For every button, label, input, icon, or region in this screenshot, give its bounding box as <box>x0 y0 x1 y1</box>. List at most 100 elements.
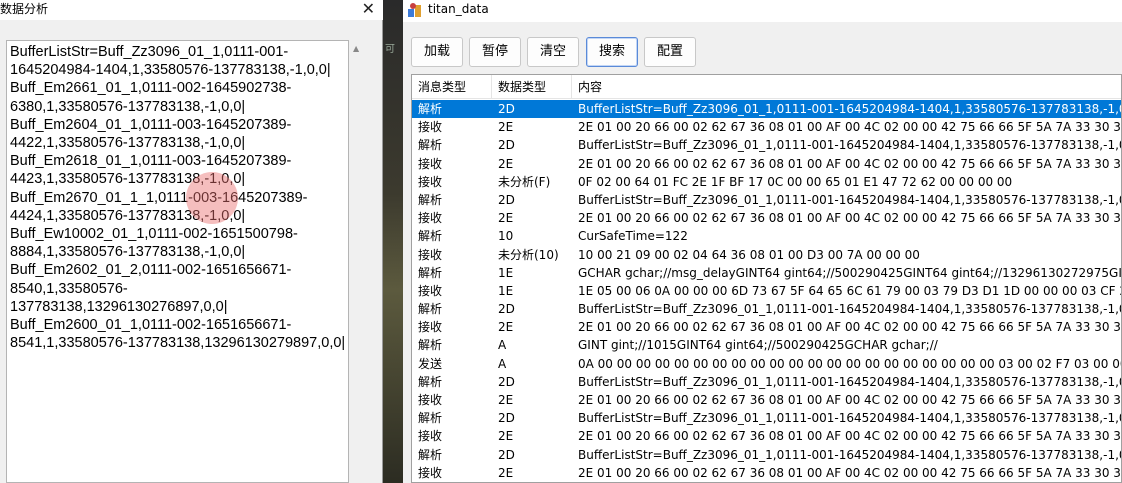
analysis-scrollbar[interactable]: ▲ <box>349 40 365 483</box>
table-row[interactable]: 解析 2D BufferListStr=Buff_Zz3096_01_1,0111-… <box>412 136 1122 154</box>
content-cell: 10 00 21 09 00 02 04 64 36 08 01 00 D3 0… <box>578 247 920 262</box>
message-type-cell: 接收 <box>418 174 443 189</box>
analysis-text-line: 4424,1,33580576-137783138,-1,0,0| <box>10 207 246 224</box>
content-cell: 2E 01 00 20 66 00 02 62 67 36 08 01 00 A… <box>578 120 1122 135</box>
data-analysis-title: 数据分析 <box>0 2 49 16</box>
table-row[interactable]: 接收 未分析(F) 0F 02 00 64 01 FC 2E 1F BF 17 0C… <box>412 173 1121 191</box>
content-cell: BufferListStr=Buff_Zz3096_01_1,0111-001-… <box>578 374 1122 389</box>
analysis-text-line: 8540,1,33580576- <box>10 280 128 297</box>
table-row[interactable]: 接收 2E 2E 01 00 20 66 00 02 62 67 36 08 01 … <box>412 464 1122 482</box>
content-cell: BufferListStr=Buff_Zz3096_01_1,0111-001-… <box>578 302 1122 317</box>
data-type-cell: 2D <box>498 374 515 389</box>
message-type-cell: 解析 <box>418 338 443 353</box>
data-type-cell: 2E <box>498 156 514 171</box>
table-row[interactable]: 发送 A 0A 00 00 00 00 00 00 00 00 00 00 00 0… <box>412 355 1122 373</box>
table-row[interactable]: 解析 A GINT gint;//1015GINT64 gint64;//50029… <box>412 336 1121 354</box>
analysis-text-line: Buff_Em2618_01_1,0111-003-1645207389- <box>10 153 292 170</box>
close-icon[interactable]: ✕ <box>362 0 375 18</box>
table-row[interactable]: 解析 2D BufferListStr=Buff_Zz3096_01_1,0111-… <box>412 191 1122 209</box>
message-type-cell: 解析 <box>418 302 443 317</box>
table-row[interactable]: 接收 1E 1E 05 00 06 0A 00 00 00 6D 73 67 5F … <box>412 282 1122 300</box>
data-type-cell: 2E <box>498 465 514 480</box>
message-type-cell: 解析 <box>418 229 443 244</box>
data-type-cell: 2D <box>498 302 515 317</box>
table-row[interactable]: 接收 2E 2E 01 00 20 66 00 02 62 67 36 08 01 … <box>412 118 1122 136</box>
data-analysis-window: 数据分析 ✕ BufferListStr=Buff_Zz3096_01_1,01… <box>0 0 383 483</box>
column-header-data-type[interactable]: 数据类型 <box>492 75 572 99</box>
content-cell: GINT gint;//1015GINT64 gint64;//50029042… <box>578 338 938 353</box>
table-row[interactable]: 接收 未分析(10) 10 00 21 09 00 02 04 64 36 08 0… <box>412 246 1121 264</box>
pause-button[interactable]: 暂停 <box>469 37 521 67</box>
message-type-cell: 解析 <box>418 265 443 280</box>
data-type-cell: 10 <box>498 229 514 244</box>
content-cell: GCHAR gchar;//msg_delayGINT64 gint64;//5… <box>578 265 1122 280</box>
table-row[interactable]: 接收 2E 2E 01 00 20 66 00 02 62 67 36 08 01 … <box>412 427 1121 445</box>
message-type-cell: 接收 <box>418 120 443 135</box>
analysis-text-line: Buff_Em2670_01_1_1,0111-003-1645207389- <box>10 189 308 206</box>
scroll-up-arrow-icon[interactable]: ▲ <box>353 44 359 53</box>
data-type-cell: 2D <box>498 447 515 462</box>
analysis-text-line: Buff_Em2600_01_1,0111-002-1651656671- <box>10 317 292 334</box>
analysis-text-line: Buff_Em2661_01_1,0111-002-1645902738- <box>10 80 292 97</box>
table-row[interactable]: 解析 1E GCHAR gchar;//msg_delayGINT64 gint64… <box>412 264 1122 282</box>
data-type-cell: 2E <box>498 393 514 407</box>
column-header-content[interactable]: 内容 <box>572 75 1121 99</box>
analysis-text-line: 1645204984-1404,1,33580576-137783138,-1,… <box>10 62 331 79</box>
content-cell: 1E 05 00 06 0A 00 00 00 6D 73 67 5F 64 6… <box>578 283 1122 298</box>
data-type-cell: 2E <box>498 211 514 226</box>
message-type-cell: 解析 <box>418 411 443 426</box>
table-row[interactable]: 接收 2E 2E 01 00 20 66 00 02 62 67 36 08 01 … <box>412 155 1122 173</box>
table-row[interactable]: 解析 2D BufferListStr=Buff_Zz3096_01_1,0111-… <box>412 300 1122 318</box>
message-type-cell: 接收 <box>418 247 443 262</box>
analysis-text-line: 6380,1,33580576-137783138,-1,0,0| <box>10 98 246 115</box>
table-row[interactable]: 接收 2E 2E 01 00 20 66 00 02 62 67 36 08 01 … <box>412 209 1122 227</box>
data-type-cell: 2D <box>498 192 515 207</box>
content-cell: BufferListStr=Buff_Zz3096_01_1,0111-001-… <box>578 102 1122 116</box>
table-row[interactable]: 解析 2D BufferListStr=Buff_Zz3096_01_1,0111-… <box>412 446 1122 464</box>
titan-app-icon <box>408 3 421 17</box>
table-row[interactable]: 解析 10 CurSafeTime=122 <box>412 227 1121 245</box>
data-type-cell: 未分析(F) <box>498 174 551 189</box>
message-type-cell: 解析 <box>418 374 443 389</box>
column-header-message-type[interactable]: 消息类型 <box>412 75 492 99</box>
toolbar: 加载 暂停 清空 搜索 配置 <box>403 28 1122 68</box>
data-analysis-titlebar: 数据分析 ✕ <box>0 0 383 20</box>
titan-data-window: titan_data 加载 暂停 清空 搜索 配置 消息类型 数据类型 内容 解… <box>403 0 1122 483</box>
table-row[interactable]: 解析 2D BufferListStr=Buff_Zz3096_01_1,0111-… <box>412 373 1122 391</box>
search-button[interactable]: 搜索 <box>586 37 638 67</box>
analysis-text-line: BufferListStr=Buff_Zz3096_01_1,0111-001- <box>10 44 289 60</box>
content-cell: 2E 01 00 20 66 00 02 62 67 36 08 01 00 A… <box>578 320 1122 335</box>
data-type-cell: 1E <box>498 265 514 280</box>
analysis-text-line: 4422,1,33580576-137783138,-1,0,0| <box>10 135 246 152</box>
data-type-cell: 2E <box>498 429 514 444</box>
data-type-cell: A <box>498 356 507 371</box>
analysis-text-area[interactable]: BufferListStr=Buff_Zz3096_01_1,0111-001-… <box>6 40 349 483</box>
data-type-cell: 2D <box>498 411 515 426</box>
message-type-cell: 接收 <box>418 320 443 335</box>
load-button[interactable]: 加载 <box>411 37 463 67</box>
content-cell: BufferListStr=Buff_Zz3096_01_1,0111-001-… <box>578 411 1122 426</box>
table-row[interactable]: 解析 2D BufferListStr=Buff_Zz3096_01_1,0111-… <box>412 409 1122 427</box>
config-button[interactable]: 配置 <box>644 37 696 67</box>
background-game-strip: 可 <box>383 0 403 483</box>
content-cell: 2E 01 00 20 66 00 02 62 67 36 08 01 00 A… <box>578 156 1122 171</box>
content-cell: 0A 00 00 00 00 00 00 00 00 00 00 00 00 0… <box>578 356 1122 371</box>
content-cell: 2E 01 00 20 66 00 02 62 67 36 08 01 00 A… <box>578 465 1122 480</box>
table-header: 消息类型 数据类型 内容 <box>412 75 1121 99</box>
message-type-cell: 接收 <box>418 283 443 298</box>
content-cell: 2E 01 00 20 66 00 02 62 67 36 08 01 00 A… <box>578 211 1122 226</box>
data-type-cell: 2D <box>498 102 515 116</box>
message-type-cell: 接收 <box>418 465 443 480</box>
analysis-text-line: 4423,1,33580576-137783138,-1,0,0| <box>10 171 246 188</box>
table-row[interactable]: 接收 2E 2E 01 00 20 66 00 02 62 67 36 08 01 … <box>412 391 1121 409</box>
clear-button[interactable]: 清空 <box>527 37 579 67</box>
table-row[interactable]: 接收 2E 2E 01 00 20 66 00 02 62 67 36 08 01 … <box>412 318 1122 336</box>
content-cell: BufferListStr=Buff_Zz3096_01_1,0111-001-… <box>578 447 1122 462</box>
table-row[interactable]: 解析 2D BufferListStr=Buff_Zz3096_01_1,0111-… <box>412 100 1122 119</box>
data-type-cell: A <box>498 338 507 353</box>
content-cell: BufferListStr=Buff_Zz3096_01_1,0111-001-… <box>578 138 1122 153</box>
message-type-cell: 解析 <box>418 102 443 116</box>
data-type-cell: 1E <box>498 283 514 298</box>
message-table[interactable]: 消息类型 数据类型 内容 解析 2D BufferListStr=Buff_Zz30… <box>411 74 1122 483</box>
content-cell: BufferListStr=Buff_Zz3096_01_1,0111-001-… <box>578 192 1122 207</box>
